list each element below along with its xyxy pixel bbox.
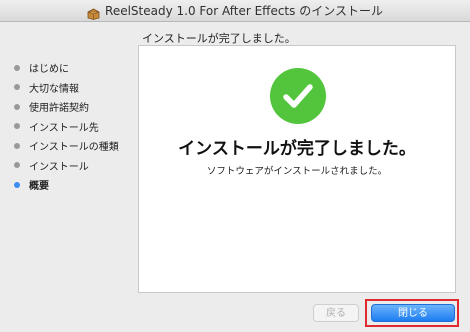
sidebar-item-label: 概要 bbox=[29, 181, 49, 193]
title-wrap: ReelSteady 1.0 For After Effects のインストール bbox=[0, 0, 470, 21]
step-dot-icon bbox=[14, 64, 20, 71]
content-panel: インストールが完了しました。 ソフトウェアがインストールされました。 bbox=[138, 45, 456, 293]
step-dot-icon bbox=[14, 123, 20, 130]
completion-message: ソフトウェアがインストールされました。 bbox=[206, 166, 388, 177]
sidebar-item-summary: 概要 bbox=[0, 175, 136, 195]
step-dot-icon bbox=[14, 103, 20, 110]
step-dot-icon bbox=[14, 84, 20, 91]
sidebar-item-label: はじめに bbox=[29, 64, 69, 76]
installer-window: ReelSteady 1.0 For After Effects のインストール… bbox=[0, 0, 470, 332]
window-title: ReelSteady 1.0 For After Effects のインストール bbox=[105, 4, 383, 18]
package-icon bbox=[87, 5, 100, 20]
steps-sidebar: はじめに 大切な情報 使用許諾契約 インストール先 インストールの種類 インスト… bbox=[0, 58, 136, 195]
sidebar-item-label: インストール先 bbox=[29, 122, 99, 134]
sidebar-item-label: 使用許諾契約 bbox=[29, 103, 89, 115]
title-bar[interactable]: ReelSteady 1.0 For After Effects のインストール bbox=[0, 0, 470, 22]
sidebar-item-installation-type: インストールの種類 bbox=[0, 136, 136, 156]
sidebar-item-license: 使用許諾契約 bbox=[0, 97, 136, 117]
sidebar-item-installation: インストール bbox=[0, 156, 136, 176]
sidebar-item-label: インストール bbox=[29, 161, 89, 173]
sidebar-item-read-me: 大切な情報 bbox=[0, 78, 136, 98]
step-dot-icon bbox=[14, 162, 20, 169]
sidebar-item-label: 大切な情報 bbox=[29, 83, 79, 95]
close-button[interactable]: 閉じる bbox=[371, 304, 455, 322]
back-button[interactable]: 戻る bbox=[313, 304, 359, 322]
step-dot-icon bbox=[14, 142, 20, 149]
sidebar-item-label: インストールの種類 bbox=[29, 142, 119, 154]
page-header: インストールが完了しました。 bbox=[142, 32, 296, 45]
sidebar-item-introduction: はじめに bbox=[0, 58, 136, 78]
checkmark-circle-icon bbox=[270, 68, 326, 124]
step-dot-icon bbox=[14, 181, 20, 188]
sidebar-item-destination: インストール先 bbox=[0, 117, 136, 137]
completion-heading: インストールが完了しました。 bbox=[178, 139, 416, 159]
